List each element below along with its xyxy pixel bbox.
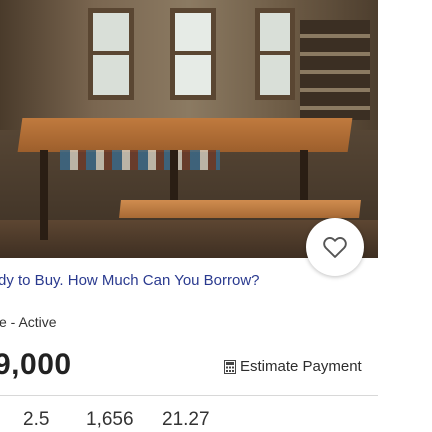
listing-stats: 2.5 1,656 21.27 (23, 409, 210, 431)
photo-window (88, 8, 134, 100)
listing-status: e - Active (0, 314, 57, 330)
calculator-icon (224, 359, 236, 374)
heart-icon (323, 237, 347, 258)
baths-value: 2.5 (23, 409, 50, 430)
borrow-promo-link[interactable]: dy to Buy. How Much Can You Borrow? (0, 272, 260, 289)
listing-card: dy to Buy. How Much Can You Borrow? e - … (0, 0, 432, 432)
photo-items (60, 150, 220, 170)
photo-table (17, 118, 353, 152)
photo-table-leg (40, 150, 48, 240)
favorite-button[interactable] (306, 218, 364, 276)
photo-shelf (300, 20, 370, 120)
photo-window (170, 8, 216, 100)
photo-window (255, 8, 295, 100)
photo-table-leg (300, 150, 308, 200)
sqft-value: 1,656 (86, 409, 134, 430)
estimate-payment-label: Estimate Payment (240, 358, 362, 375)
estimate-payment-link[interactable]: Estimate Payment (224, 358, 362, 375)
photo-table-leg (170, 150, 178, 200)
photo-bench (119, 200, 361, 218)
listing-price: 9,000 (0, 348, 72, 381)
divider (0, 395, 378, 396)
listing-photo[interactable] (0, 0, 378, 258)
acres-value: 21.27 (162, 409, 210, 430)
